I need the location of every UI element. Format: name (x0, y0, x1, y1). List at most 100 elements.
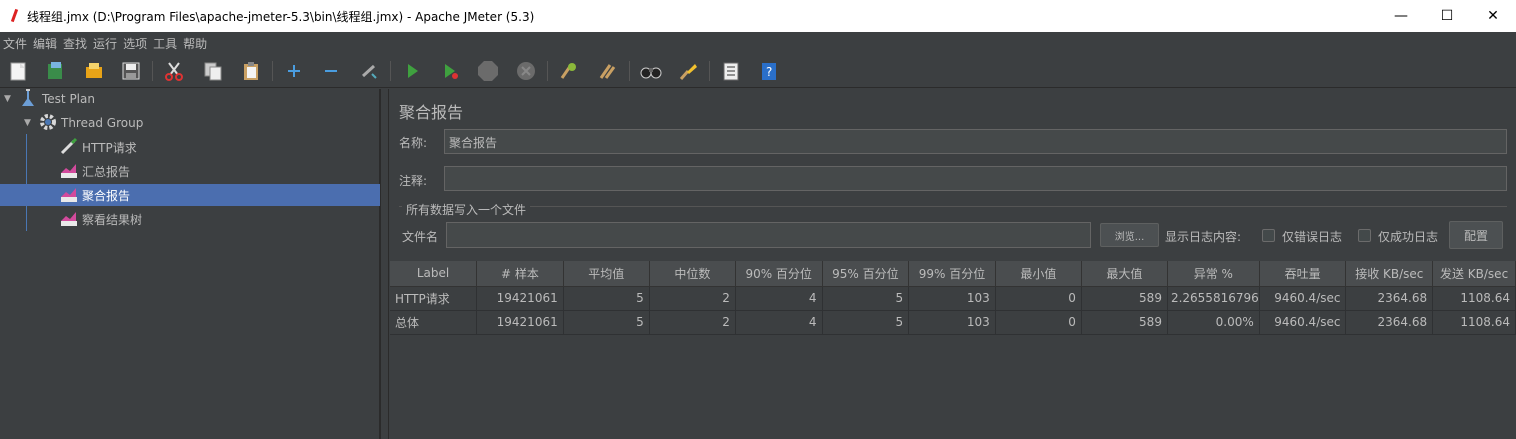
table-cell: 19421061 (476, 310, 564, 335)
save-icon[interactable] (120, 60, 142, 82)
column-header[interactable]: Label (390, 261, 478, 287)
tree-label: 察看结果树 (82, 212, 143, 227)
column-header[interactable]: 最大值 (1081, 261, 1168, 287)
table-cell: 2364.68 (1345, 286, 1434, 311)
column-header[interactable]: 发送 KB/sec (1432, 261, 1516, 287)
column-header[interactable]: 接收 KB/sec (1345, 261, 1434, 287)
table-cell: 0 (995, 286, 1082, 311)
expand-icon[interactable] (283, 60, 305, 82)
tree-item-test-plan[interactable]: ▼ Test Plan (0, 88, 380, 110)
column-header[interactable]: # 样本 (476, 261, 564, 287)
log-display-label: 显示日志内容: (1165, 230, 1242, 244)
tree-label: Thread Group (61, 116, 144, 130)
test-plan-icon (20, 88, 40, 110)
tree-item-thread-group[interactable]: ▼ Thread Group (0, 112, 380, 134)
window-title: 线程组.jmx (D:\Program Files\apache-jmeter-… (27, 9, 535, 24)
tree-item-http-request[interactable]: HTTP请求 (0, 136, 380, 158)
column-header[interactable]: 最小值 (995, 261, 1082, 287)
shutdown-icon[interactable] (515, 60, 537, 82)
menu-run[interactable]: 运行 (90, 35, 120, 52)
column-header[interactable]: 95% 百分位 (822, 261, 910, 287)
table-cell: 2364.68 (1345, 310, 1434, 335)
stop-icon[interactable] (477, 60, 499, 82)
success-only-checkbox[interactable] (1358, 229, 1371, 242)
help-icon[interactable]: ? (758, 60, 780, 82)
expand-arrow-icon[interactable]: ▼ (4, 94, 14, 104)
tree-label: Test Plan (42, 92, 95, 106)
comment-field[interactable] (444, 166, 1507, 191)
table-cell: 总体 (390, 310, 478, 335)
table-row[interactable]: HTTP请求 19421061 5 2 4 5 103 0 589 2.2655… (390, 286, 1516, 311)
search-icon[interactable] (640, 60, 662, 82)
file-section-border (399, 206, 1507, 207)
clear-all-icon[interactable] (597, 60, 619, 82)
table-cell: 103 (908, 310, 996, 335)
tree-item-view-results-tree[interactable]: 察看结果树 (0, 208, 380, 230)
browse-button[interactable]: 浏览... (1100, 223, 1159, 247)
comment-label: 注释: (399, 174, 428, 188)
aggregate-report-panel: 聚合报告 名称: 聚合报告 注释: 所有数据写入一个文件 文件名 浏览... 显… (389, 89, 1516, 439)
collapse-icon[interactable] (320, 60, 342, 82)
table-cell: 0.00% (1167, 310, 1260, 335)
errors-only-checkbox[interactable] (1262, 229, 1275, 242)
expand-arrow-icon[interactable]: ▼ (24, 118, 34, 128)
table-cell: 589 (1081, 286, 1168, 311)
listener-chart-icon (60, 161, 80, 182)
name-field[interactable]: 聚合报告 (444, 129, 1507, 154)
column-header[interactable]: 平均值 (563, 261, 650, 287)
minimize-button[interactable]: — (1378, 0, 1424, 32)
filename-field[interactable] (446, 222, 1091, 248)
panel-title: 聚合报告 (399, 103, 464, 122)
toolbar-separator (152, 61, 153, 81)
table-cell: 4 (735, 310, 823, 335)
table-row[interactable]: 总体 19421061 5 2 4 5 103 0 589 0.00% 9460… (390, 310, 1516, 335)
open-icon[interactable] (83, 60, 105, 82)
column-header[interactable]: 异常 % (1167, 261, 1260, 287)
maximize-button[interactable]: ☐ (1424, 0, 1470, 32)
toolbar-separator (709, 61, 710, 81)
table-cell: 4 (735, 286, 823, 311)
name-label: 名称: (399, 136, 428, 150)
sampler-pipette-icon (60, 137, 80, 158)
listener-chart-icon (60, 185, 80, 206)
errors-only-label: 仅错误日志 (1282, 230, 1343, 244)
menu-bar: 文件 编辑 查找 运行 选项 工具 帮助 (0, 32, 1516, 54)
file-section-title: 所有数据写入一个文件 (402, 201, 531, 218)
configure-button[interactable]: 配置 (1449, 221, 1503, 249)
clear-icon[interactable] (558, 60, 580, 82)
menu-help[interactable]: 帮助 (180, 35, 210, 52)
paste-icon[interactable] (240, 60, 262, 82)
column-header[interactable]: 99% 百分位 (908, 261, 996, 287)
table-cell: HTTP请求 (390, 286, 478, 311)
tree-item-summary-report[interactable]: 汇总报告 (0, 160, 380, 182)
new-icon[interactable] (7, 60, 29, 82)
table-cell: 1108.64 (1432, 286, 1516, 311)
copy-icon[interactable] (202, 60, 224, 82)
table-cell: 103 (908, 286, 996, 311)
menu-search[interactable]: 查找 (60, 35, 90, 52)
cut-icon[interactable] (163, 60, 185, 82)
test-plan-tree: ▼ Test Plan ▼ Thread Group HTTP请求 汇总报告 聚… (0, 88, 380, 439)
results-table: Label # 样本 平均值 中位数 90% 百分位 95% 百分位 99% 百… (390, 261, 1516, 335)
menu-edit[interactable]: 编辑 (30, 35, 60, 52)
menu-file[interactable]: 文件 (0, 35, 30, 52)
start-no-pause-icon[interactable] (439, 60, 461, 82)
menu-options[interactable]: 选项 (120, 35, 150, 52)
table-cell: 5 (822, 310, 910, 335)
tree-item-aggregate-report[interactable]: 聚合报告 (0, 184, 380, 206)
jmeter-feather-icon (9, 9, 19, 23)
function-helper-icon[interactable] (720, 60, 742, 82)
reset-search-icon[interactable] (677, 60, 699, 82)
column-header[interactable]: 吞吐量 (1259, 261, 1347, 287)
toggle-icon[interactable] (358, 60, 380, 82)
split-pane-divider[interactable] (380, 89, 389, 439)
toolbar-separator (547, 61, 548, 81)
column-header[interactable]: 90% 百分位 (735, 261, 823, 287)
close-button[interactable]: ✕ (1470, 0, 1516, 32)
start-icon[interactable] (401, 60, 423, 82)
templates-icon[interactable] (44, 60, 66, 82)
menu-tools[interactable]: 工具 (150, 35, 180, 52)
toolbar-separator (390, 61, 391, 81)
table-cell: 0 (995, 310, 1082, 335)
column-header[interactable]: 中位数 (649, 261, 736, 287)
